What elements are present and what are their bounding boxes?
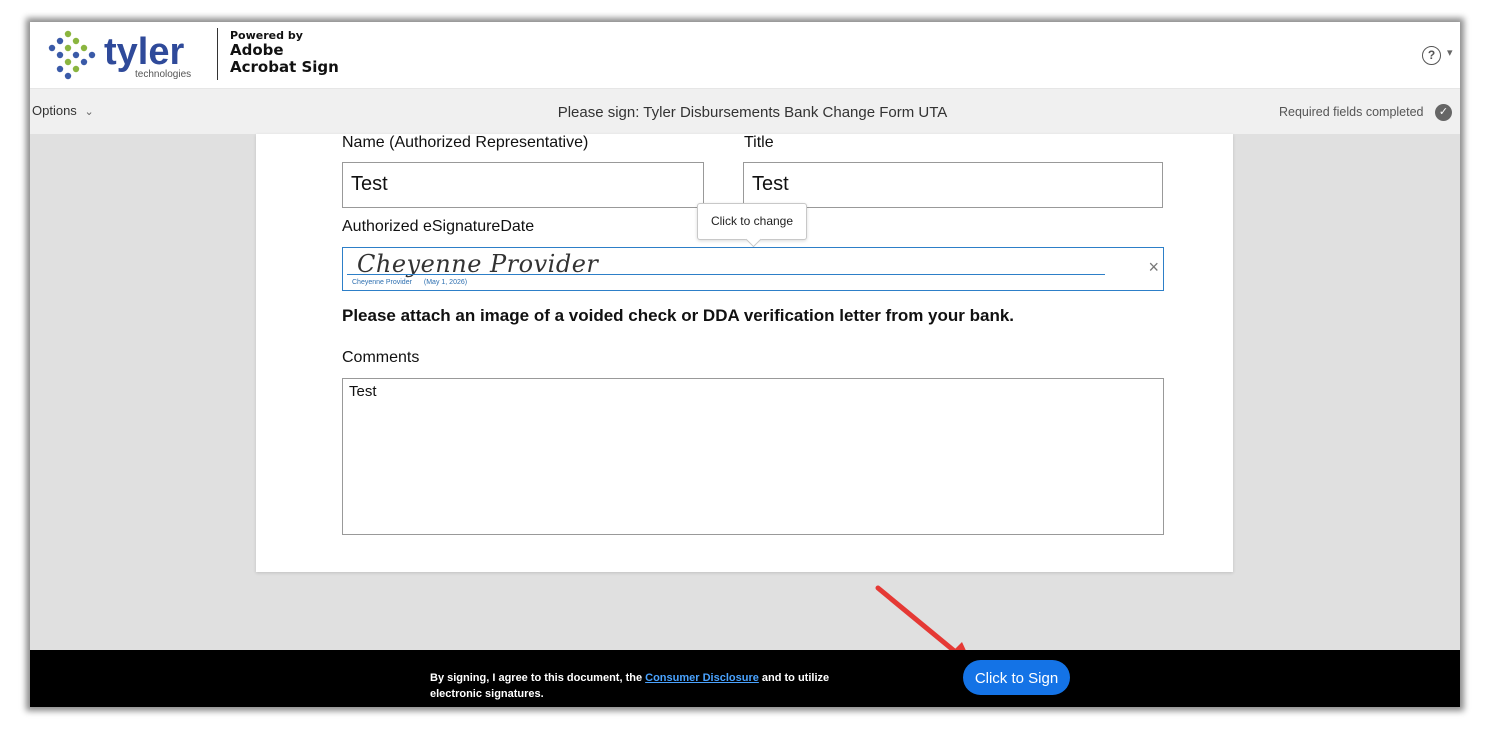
tyler-logo-text: tyler: [104, 31, 184, 73]
browser-frame: tyler technologies Powered by Adobe Acro…: [30, 22, 1460, 707]
click-to-sign-button[interactable]: Click to Sign: [963, 660, 1070, 695]
name-label: Name (Authorized Representative): [342, 134, 589, 151]
title-field[interactable]: Test: [743, 162, 1163, 208]
comments-value: Test: [349, 383, 377, 400]
tyler-logo: tyler technologies: [48, 30, 191, 80]
title-label: Title: [744, 134, 774, 151]
brand-line-2: Acrobat Sign: [230, 58, 339, 76]
signature-line: [347, 274, 1105, 275]
brand-line-1: Adobe: [230, 41, 284, 59]
attach-notice: Please attach an image of a voided check…: [342, 306, 1015, 325]
click-to-change-tooltip: Click to change: [697, 203, 807, 240]
question-circle-icon[interactable]: ?: [1422, 46, 1441, 65]
consumer-disclosure-link[interactable]: Consumer Disclosure: [645, 672, 759, 684]
signature-caption-date: (May 1, 2026): [423, 279, 468, 286]
required-fields-status: Required fields completed ✓: [1279, 104, 1452, 121]
clear-signature-icon[interactable]: ×: [1148, 257, 1159, 278]
signing-footer: By signing, I agree to this document, th…: [30, 650, 1460, 707]
help-caret-icon[interactable]: ▾: [1447, 46, 1453, 59]
title-field-value: Test: [752, 173, 789, 195]
comments-textarea[interactable]: Test: [342, 378, 1164, 535]
consent-prefix: By signing, I agree to this document, th…: [430, 672, 643, 684]
tyler-logo-subtext: technologies: [135, 69, 191, 80]
signature-caption-name: Cheyenne Provider: [352, 279, 412, 286]
powered-by-block: Powered by Adobe Acrobat Sign: [230, 29, 339, 76]
top-bar: tyler technologies Powered by Adobe Acro…: [30, 22, 1460, 89]
signature-caption: Cheyenne Provider (May 1, 2026): [352, 279, 477, 286]
signature-label: Authorized eSignatureDate: [342, 218, 535, 235]
tyler-logo-mark: [48, 30, 96, 80]
logo-divider: [217, 28, 218, 80]
consent-text: By signing, I agree to this document, th…: [430, 670, 880, 702]
comments-label: Comments: [342, 349, 420, 366]
document-toolbar: Options ⌄ Please sign: Tyler Disbursemen…: [30, 89, 1460, 134]
document-title: Please sign: Tyler Disbursements Bank Ch…: [557, 104, 948, 121]
signature-field[interactable]: Cheyenne Provider Cheyenne Provider (May…: [342, 247, 1164, 291]
document-page: Name (Authorized Representative) Title T…: [256, 134, 1233, 572]
status-text: Required fields completed: [1278, 104, 1424, 119]
name-field[interactable]: Test: [342, 162, 704, 208]
name-field-value: Test: [351, 173, 388, 195]
check-circle-icon: ✓: [1435, 104, 1452, 121]
